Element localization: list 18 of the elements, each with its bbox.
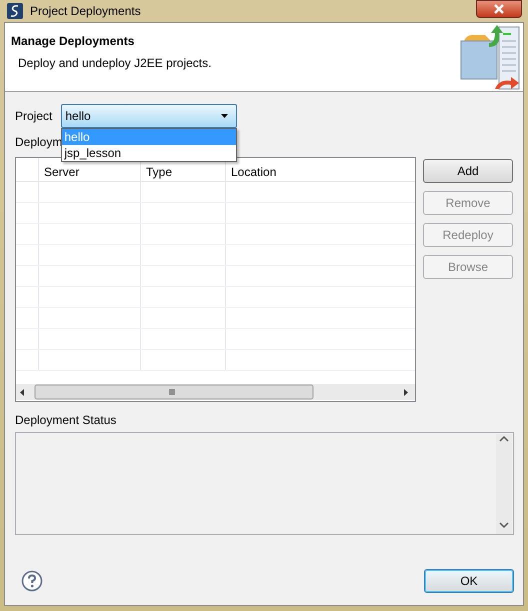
page-description: Deploy and undeploy J2EE projects. [18,56,212,70]
project-label: Project [15,109,52,123]
dropdown-option[interactable]: jsp_lesson [62,145,236,161]
page-title: Manage Deployments [11,34,136,48]
caret-icon [221,114,228,118]
status-label: Deployment Status [15,413,118,427]
project-dropdown[interactable]: hello [61,104,238,128]
help-icon [21,570,43,592]
side-button[interactable]: Add [423,159,513,183]
window-title: Project Deployments [30,4,142,18]
app-icon [6,2,24,20]
column-header[interactable]: Type [141,158,226,181]
deployments-label: Deploym [15,135,62,151]
column-header[interactable]: Location [226,158,415,181]
ok-button[interactable]: OK [424,569,514,593]
column-header[interactable]: Server [39,158,141,181]
close-icon [493,3,505,15]
close-button[interactable] [476,0,522,18]
